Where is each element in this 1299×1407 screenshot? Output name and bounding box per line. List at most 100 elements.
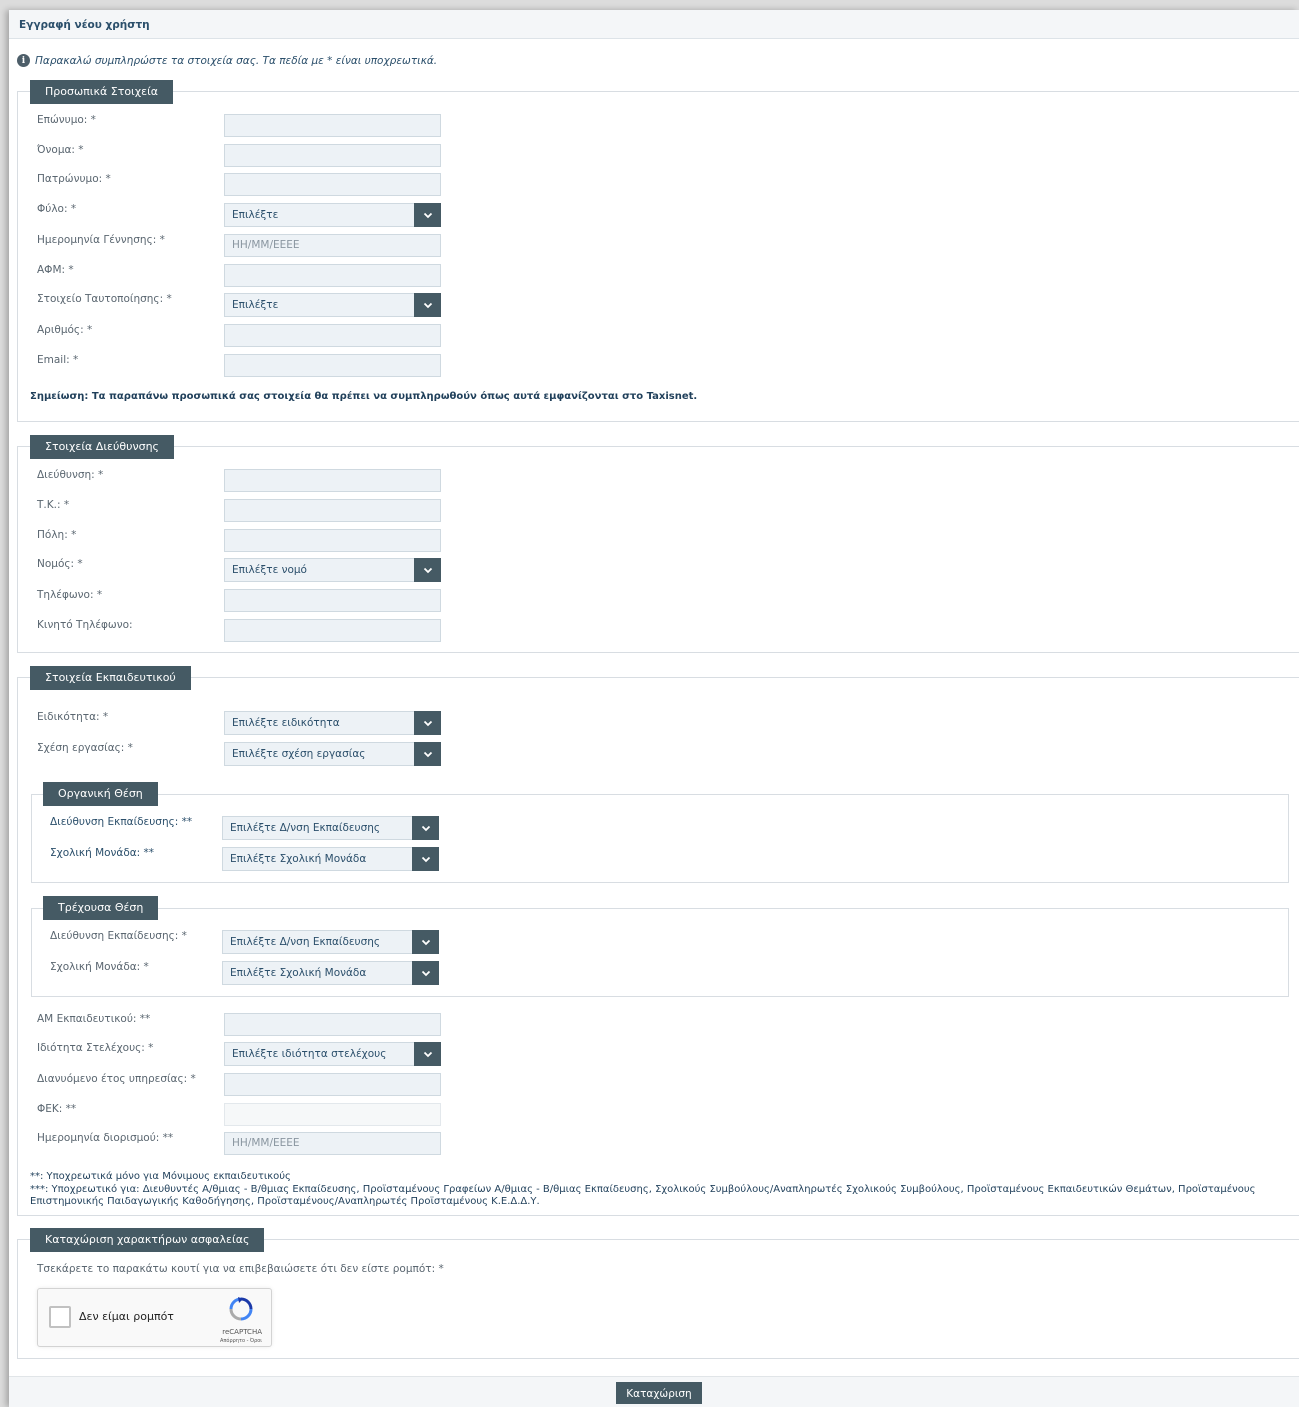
email-label: Email: * bbox=[37, 354, 79, 366]
organic-direction-value: Επιλέξτε Δ/νση Εκπαίδευσης bbox=[230, 822, 381, 834]
surname-label: Επώνυμο: * bbox=[37, 114, 96, 126]
street-input[interactable] bbox=[224, 469, 441, 492]
street-label: Διεύθυνση: * bbox=[37, 469, 104, 481]
idtype-select[interactable]: Επιλέξτε bbox=[224, 293, 441, 317]
am-input[interactable] bbox=[224, 1013, 441, 1036]
specialty-label: Ειδικότητα: * bbox=[37, 711, 109, 723]
organic-fieldset bbox=[31, 794, 1289, 883]
personal-legend: Προσωπικά Στοιχεία bbox=[30, 80, 174, 104]
organic-direction-select[interactable]: Επιλέξτε Δ/νση Εκπαίδευσης bbox=[222, 816, 439, 840]
idnumber-input[interactable] bbox=[224, 324, 441, 347]
chevron-down-icon[interactable] bbox=[412, 961, 439, 985]
organic-school-label: Σχολική Μονάδα: ** bbox=[50, 847, 155, 859]
email-input[interactable] bbox=[224, 354, 441, 377]
staff-label: Ιδιότητα Στελέχους: * bbox=[37, 1042, 154, 1054]
chevron-down-icon[interactable] bbox=[414, 293, 441, 317]
name-label: Όνομα: * bbox=[37, 144, 84, 156]
current-direction-label: Διεύθυνση Εκπαίδευσης: * bbox=[50, 930, 187, 942]
service-year-label: Διανυόμενο έτος υπηρεσίας: * bbox=[37, 1073, 196, 1085]
current-direction-select[interactable]: Επιλέξτε Δ/νση Εκπαίδευσης bbox=[222, 930, 439, 954]
prefecture-select[interactable]: Επιλέξτε νομό bbox=[224, 558, 441, 582]
prefecture-label: Νομός: * bbox=[37, 558, 83, 570]
address-fieldset bbox=[17, 446, 1299, 653]
footnote-permanent: **: Υποχρεωτικά μόνο για Μόνιμους εκπαιδ… bbox=[30, 1171, 291, 1182]
chevron-down-icon[interactable] bbox=[414, 742, 441, 766]
organic-school-value: Επιλέξτε Σχολική Μονάδα bbox=[230, 853, 367, 865]
fek-input[interactable] bbox=[224, 1103, 441, 1126]
captcha-prompt: Τσεκάρετε το παρακάτω κουτί για να επιβε… bbox=[37, 1263, 444, 1275]
personal-fieldset bbox=[17, 91, 1299, 422]
chevron-down-icon[interactable] bbox=[414, 1042, 441, 1066]
gender-select[interactable]: Επιλέξτε bbox=[224, 203, 441, 227]
info-text: Παρακαλώ συμπληρώστε τα στοιχεία σας. Τα… bbox=[35, 54, 438, 67]
current-school-select[interactable]: Επιλέξτε Σχολική Μονάδα bbox=[222, 961, 439, 985]
specialty-select[interactable]: Επιλέξτε ειδικότητα bbox=[224, 711, 441, 735]
registration-panel: Εγγραφή νέου χρήστη i Παρακαλώ συμπληρώσ… bbox=[9, 10, 1299, 1407]
afm-label: ΑΦΜ: * bbox=[37, 264, 74, 276]
appointment-input[interactable]: ΗΗ/ΜΜ/ΕΕΕΕ bbox=[224, 1132, 441, 1155]
relation-select-value: Επιλέξτε σχέση εργασίας bbox=[232, 748, 366, 760]
chevron-down-icon[interactable] bbox=[412, 847, 439, 871]
gender-select-value: Επιλέξτε bbox=[232, 209, 279, 221]
footnote-managers-cont: Επιστημονικής Παιδαγωγικής Καθοδήγησης, … bbox=[30, 1196, 540, 1207]
chevron-down-icon[interactable] bbox=[414, 711, 441, 735]
specialty-select-value: Επιλέξτε ειδικότητα bbox=[232, 717, 340, 729]
organic-direction-label: Διεύθυνση Εκπαίδευσης: ** bbox=[50, 816, 193, 828]
current-fieldset bbox=[31, 908, 1289, 997]
zip-input[interactable] bbox=[224, 499, 441, 522]
idtype-label: Στοιχείο Ταυτοποίησης: * bbox=[37, 293, 172, 305]
chevron-down-icon[interactable] bbox=[412, 816, 439, 840]
recaptcha-logo-icon bbox=[228, 1296, 254, 1325]
birthdate-label: Ημερομηνία Γέννησης: * bbox=[37, 234, 165, 246]
phone-input[interactable] bbox=[224, 589, 441, 612]
current-legend: Τρέχουσα Θέση bbox=[43, 896, 159, 920]
footnote-managers: ***: Υποχρεωτικό για: Διευθυντές Α/θμιας… bbox=[30, 1184, 1256, 1195]
captcha-terms-link[interactable]: Απόρρητο - Όροι bbox=[220, 1338, 262, 1344]
mobile-input[interactable] bbox=[224, 619, 441, 642]
current-direction-value: Επιλέξτε Δ/νση Εκπαίδευσης bbox=[230, 936, 381, 948]
address-legend: Στοιχεία Διεύθυνσης bbox=[30, 435, 174, 459]
chevron-down-icon[interactable] bbox=[412, 930, 439, 954]
organic-school-select[interactable]: Επιλέξτε Σχολική Μονάδα bbox=[222, 847, 439, 871]
afm-input[interactable] bbox=[224, 264, 441, 287]
phone-label: Τηλέφωνο: * bbox=[37, 589, 103, 601]
surname-input[interactable] bbox=[224, 114, 441, 137]
mobile-label: Κινητό Τηλέφωνο: bbox=[37, 619, 133, 631]
am-label: ΑΜ Εκπαιδευτικού: ** bbox=[37, 1013, 151, 1025]
educator-legend: Στοιχεία Εκπαιδευτικού bbox=[30, 666, 191, 690]
captcha-checkbox[interactable] bbox=[49, 1306, 71, 1328]
fek-label: ΦΕΚ: ** bbox=[37, 1103, 77, 1115]
fathername-label: Πατρώνυμο: * bbox=[37, 173, 111, 185]
recaptcha-widget: Δεν είμαι ρομπότ reCAPTCHA Απόρρητο - Όρ… bbox=[37, 1288, 272, 1347]
gender-label: Φύλο: * bbox=[37, 203, 77, 215]
idtype-select-value: Επιλέξτε bbox=[232, 299, 279, 311]
fathername-input[interactable] bbox=[224, 173, 441, 196]
current-school-value: Επιλέξτε Σχολική Μονάδα bbox=[230, 967, 367, 979]
page-title: Εγγραφή νέου χρήστη bbox=[19, 19, 150, 31]
appointment-label: Ημερομηνία διορισμού: ** bbox=[37, 1132, 174, 1144]
city-label: Πόλη: * bbox=[37, 529, 77, 541]
prefecture-select-value: Επιλέξτε νομό bbox=[232, 564, 307, 576]
submit-button[interactable]: Καταχώριση bbox=[616, 1382, 702, 1404]
captcha-label: Δεν είμαι ρομπότ bbox=[79, 1310, 174, 1323]
staff-select-value: Επιλέξτε ιδιότητα στελέχους bbox=[232, 1048, 387, 1060]
security-legend: Καταχώριση χαρακτήρων ασφαλείας bbox=[30, 1228, 265, 1252]
relation-label: Σχέση εργασίας: * bbox=[37, 742, 133, 754]
chevron-down-icon[interactable] bbox=[414, 558, 441, 582]
service-year-input[interactable] bbox=[224, 1073, 441, 1096]
staff-select[interactable]: Επιλέξτε ιδιότητα στελέχους bbox=[224, 1042, 441, 1066]
organic-legend: Οργανική Θέση bbox=[43, 782, 158, 806]
birthdate-input[interactable]: ΗΗ/ΜΜ/ΕΕΕΕ bbox=[224, 234, 441, 257]
chevron-down-icon[interactable] bbox=[414, 203, 441, 227]
zip-label: Τ.Κ.: * bbox=[37, 499, 70, 511]
city-input[interactable] bbox=[224, 529, 441, 552]
info-line: i Παρακαλώ συμπληρώστε τα στοιχεία σας. … bbox=[17, 54, 437, 67]
taxisnet-note: Σημείωση: Τα παραπάνω προσωπικά σας στοι… bbox=[30, 391, 698, 402]
captcha-brand: reCAPTCHA bbox=[222, 1328, 262, 1336]
current-school-label: Σχολική Μονάδα: * bbox=[50, 961, 149, 973]
info-icon: i bbox=[17, 54, 30, 67]
name-input[interactable] bbox=[224, 144, 441, 167]
relation-select[interactable]: Επιλέξτε σχέση εργασίας bbox=[224, 742, 441, 766]
panel-header: Εγγραφή νέου χρήστη bbox=[9, 10, 1299, 39]
idnumber-label: Αριθμός: * bbox=[37, 324, 93, 336]
